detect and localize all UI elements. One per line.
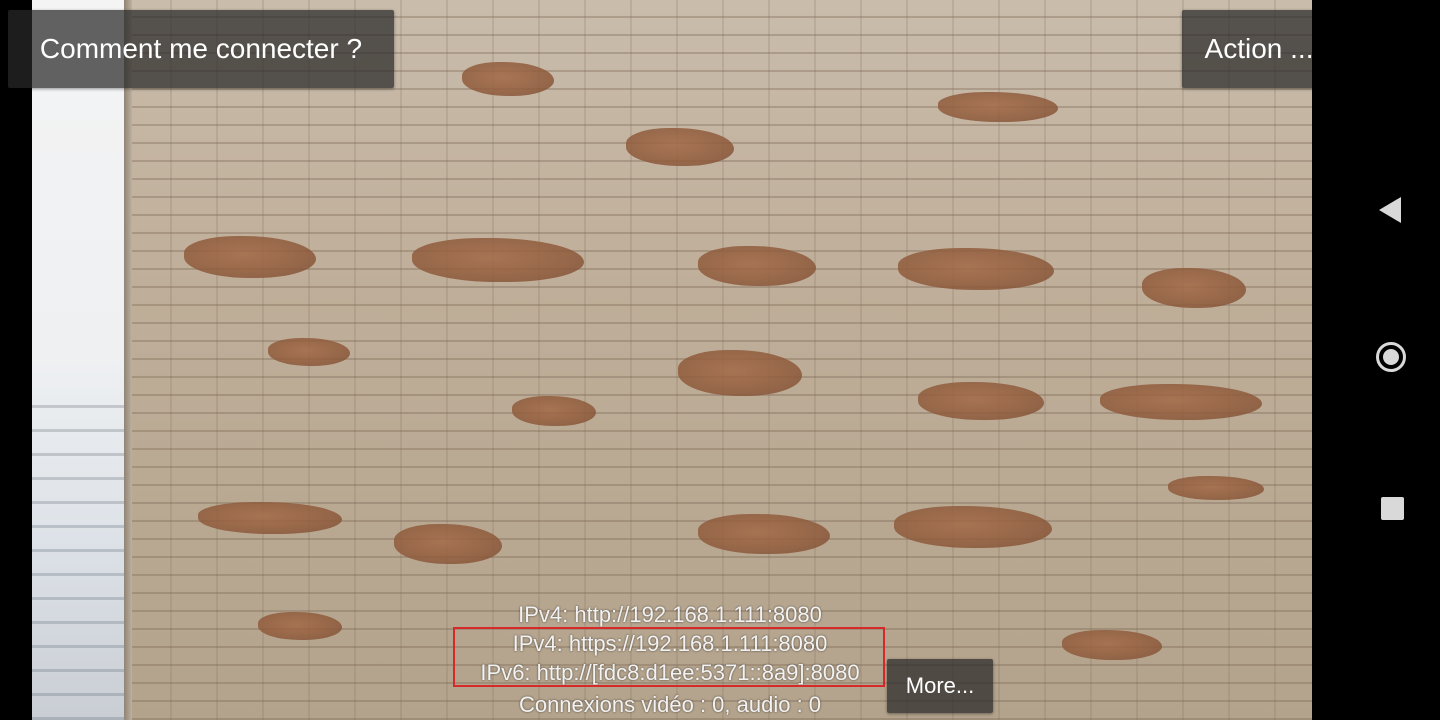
- wall-stone: [938, 92, 1058, 122]
- wall-stone: [918, 382, 1044, 420]
- wall-stone: [258, 612, 342, 640]
- wall-stone: [462, 62, 554, 96]
- wall-stone: [698, 246, 816, 286]
- wall-stone: [394, 524, 502, 564]
- home-circle-icon[interactable]: [1376, 342, 1406, 372]
- wall-stone: [698, 514, 830, 554]
- wall-stone: [1062, 630, 1162, 660]
- more-button[interactable]: More...: [887, 659, 993, 713]
- app-screen: Comment me connecter ? Action ... IPv4: …: [0, 0, 1440, 720]
- more-button-label: More...: [905, 673, 975, 698]
- wall-stone: [1142, 268, 1246, 308]
- address-highlight-box: [453, 627, 885, 687]
- wall-stone: [1168, 476, 1264, 500]
- wall-edge: [124, 0, 132, 720]
- how-to-connect-button[interactable]: Comment me connecter ?: [8, 10, 394, 88]
- wall-stone: [894, 506, 1052, 548]
- window-blinds: [32, 400, 128, 720]
- wall-stone: [412, 238, 584, 282]
- wall-stone: [268, 338, 350, 366]
- wall-stone: [626, 128, 734, 166]
- wall-stone: [898, 248, 1054, 290]
- wall-stone: [198, 502, 342, 534]
- ipv4-http-address: IPv4: http://192.168.1.111:8080: [518, 602, 822, 627]
- recents-square-icon[interactable]: [1381, 497, 1404, 520]
- back-triangle-icon[interactable]: [1379, 197, 1401, 223]
- wall-stone: [184, 236, 316, 278]
- connections-status: Connexions vidéo : 0, audio : 0: [518, 692, 822, 717]
- wall-stone: [1100, 384, 1262, 420]
- action-menu-label: Action ...: [1204, 33, 1314, 64]
- wall-stone: [512, 396, 596, 426]
- how-to-connect-label: Comment me connecter ?: [39, 33, 363, 64]
- wall-stone: [678, 350, 802, 396]
